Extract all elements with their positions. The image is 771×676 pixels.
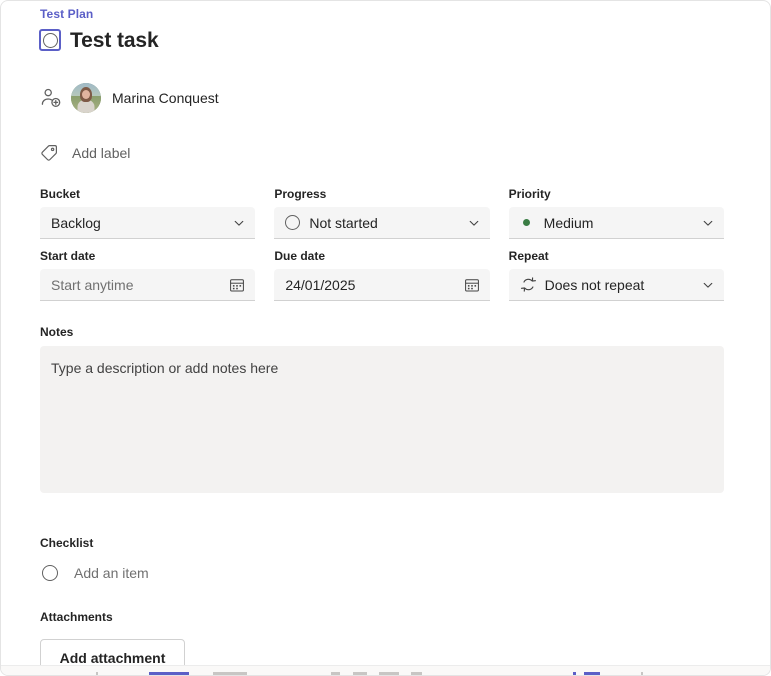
checklist-add-item-input[interactable]: Add an item <box>74 565 149 581</box>
priority-value: Medium <box>543 214 594 231</box>
field-row-1: Bucket Backlog Progress Not started Prio… <box>40 186 724 239</box>
chevron-down-icon <box>702 279 714 291</box>
bottom-toolbar-strip <box>1 665 770 675</box>
task-fields-grid: Bucket Backlog Progress Not started Prio… <box>40 186 724 310</box>
priority-dropdown[interactable]: Medium <box>508 207 724 239</box>
not-started-circle-icon <box>285 215 301 230</box>
chevron-down-icon <box>468 217 480 229</box>
repeat-value: Does not repeat <box>544 276 645 293</box>
priority-medium-dot-icon <box>522 219 530 226</box>
progress-label: Progress <box>274 187 327 201</box>
add-person-icon[interactable] <box>39 86 63 110</box>
breadcrumb-plan-link[interactable]: Test Plan <box>40 7 93 21</box>
add-label-row[interactable]: Add label <box>39 140 130 166</box>
notes-textarea[interactable]: Type a description or add notes here <box>40 346 724 493</box>
tag-icon <box>39 143 59 163</box>
field-repeat: Repeat Does not repeat <box>508 248 724 301</box>
bucket-dropdown[interactable]: Backlog <box>40 207 256 239</box>
checklist-label: Checklist <box>40 536 94 550</box>
due-date-label: Due date <box>274 249 326 263</box>
priority-label: Priority <box>508 187 551 201</box>
checklist-add-item-row[interactable]: Add an item <box>40 557 724 589</box>
progress-dropdown[interactable]: Not started <box>274 207 490 239</box>
assignee-name: Marina Conquest <box>112 90 219 106</box>
bucket-value: Backlog <box>51 214 101 231</box>
notes-placeholder: Type a description or add notes here <box>51 360 279 376</box>
checklist-circle-icon[interactable] <box>42 565 58 581</box>
start-date-input[interactable]: Start anytime <box>40 269 256 301</box>
calendar-icon[interactable] <box>464 277 480 293</box>
field-progress: Progress Not started <box>274 186 490 239</box>
avatar[interactable] <box>71 83 101 113</box>
task-detail-panel: Test Plan Test task Marina Conquest Add … <box>0 0 771 676</box>
start-date-value: Start anytime <box>51 276 134 293</box>
add-label-text: Add label <box>72 145 131 161</box>
start-date-label: Start date <box>40 249 96 263</box>
checklist-section: Checklist Add an item <box>40 535 724 589</box>
circle-checkbox-icon <box>42 32 58 48</box>
notes-label: Notes <box>40 325 74 339</box>
field-priority: Priority Medium <box>508 186 724 239</box>
page-title[interactable]: Test task <box>70 30 159 51</box>
bucket-label: Bucket <box>40 187 81 201</box>
field-start-date: Start date Start anytime <box>40 248 256 301</box>
progress-value: Not started <box>309 214 378 231</box>
repeat-dropdown[interactable]: Does not repeat <box>508 269 724 301</box>
field-due-date: Due date 24/01/2025 <box>274 248 490 301</box>
due-date-value: 24/01/2025 <box>285 276 356 293</box>
attachments-label: Attachments <box>40 610 113 624</box>
chevron-down-icon <box>702 217 714 229</box>
chevron-down-icon <box>233 217 245 229</box>
notes-section: Notes Type a description or add notes he… <box>40 324 724 493</box>
calendar-icon[interactable] <box>229 277 245 293</box>
task-title-row: Test task <box>39 29 159 51</box>
repeat-icon <box>520 276 537 293</box>
assignee-row: Marina Conquest <box>39 82 219 114</box>
field-bucket: Bucket Backlog <box>40 186 256 239</box>
field-row-2: Start date Start anytime Due date 24/01/… <box>40 248 724 301</box>
task-complete-checkbox[interactable] <box>39 29 61 51</box>
due-date-input[interactable]: 24/01/2025 <box>274 269 490 301</box>
repeat-label: Repeat <box>508 249 549 263</box>
